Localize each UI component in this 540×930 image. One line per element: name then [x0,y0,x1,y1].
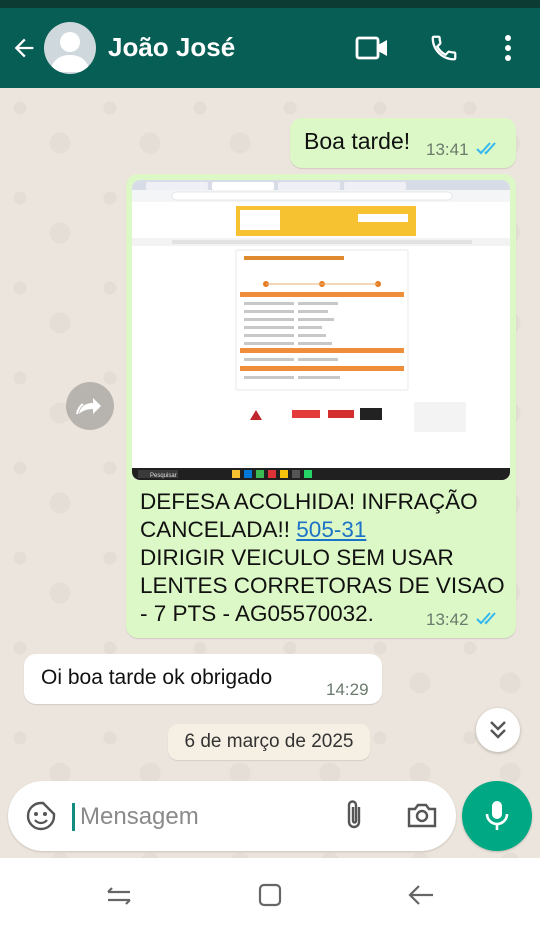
message-text: DEFESA ACOLHIDA! INFRAÇÃO CANCELADA!! 50… [140,488,506,628]
back-arrow-icon[interactable] [8,30,40,66]
system-navigation-bar [0,858,540,930]
text-cursor [72,803,75,831]
chat-area[interactable]: Boa tarde! 13:41 Pesquisar DEFESA ACOLHI… [0,88,540,858]
message-incoming[interactable]: Oi boa tarde ok obrigado 14:29 [24,654,382,704]
message-text: Boa tarde! [304,128,411,154]
message-text: Oi boa tarde ok obrigado [41,666,273,689]
avatar[interactable] [44,22,96,74]
camera-icon[interactable] [402,795,442,835]
contact-name[interactable]: João José [108,32,235,63]
chat-header: João José [0,8,540,88]
message-line: CANCELADA!! [140,517,297,542]
message-line: - 7 PTS - AG05570032. [140,601,374,626]
home-icon[interactable] [253,880,287,910]
message-line: DIRIGIR VEICULO SEM USAR [140,545,454,570]
read-ticks-icon [476,140,502,161]
microphone-icon [485,801,509,830]
message-link[interactable]: 505-31 [296,517,366,542]
emoji-sticker-icon[interactable] [22,797,60,835]
more-options-icon[interactable] [488,28,528,68]
scroll-to-bottom-button[interactable] [476,708,520,752]
voice-message-button[interactable] [462,781,532,851]
recent-apps-icon[interactable] [102,880,136,910]
screenshot-thumbnail[interactable]: Pesquisar [132,180,510,480]
message-time: 13:41 [426,140,469,159]
attach-icon[interactable] [336,795,372,835]
message-time: 14:29 [326,680,369,699]
message-line: LENTES CORRETORAS DE VISAO [140,573,505,598]
video-call-icon[interactable] [352,28,392,68]
taskbar-search-text: Pesquisar [150,473,177,479]
back-nav-icon[interactable] [404,880,438,910]
message-time: 13:42 [426,610,469,629]
read-ticks-icon [476,610,502,631]
message-composer[interactable]: Mensagem [8,781,456,851]
status-bar [0,0,540,8]
date-separator: 6 de março de 2025 [168,724,370,760]
forward-icon[interactable] [66,382,114,430]
double-chevron-down-icon [490,721,506,739]
message-outgoing-image[interactable]: Pesquisar DEFESA ACOLHIDA! INFRAÇÃO CANC… [126,174,516,638]
message-outgoing[interactable]: Boa tarde! 13:41 [290,118,516,168]
message-line: DEFESA ACOLHIDA! INFRAÇÃO [140,489,478,514]
phone-icon[interactable] [424,28,464,68]
message-input[interactable]: Mensagem [80,803,199,831]
